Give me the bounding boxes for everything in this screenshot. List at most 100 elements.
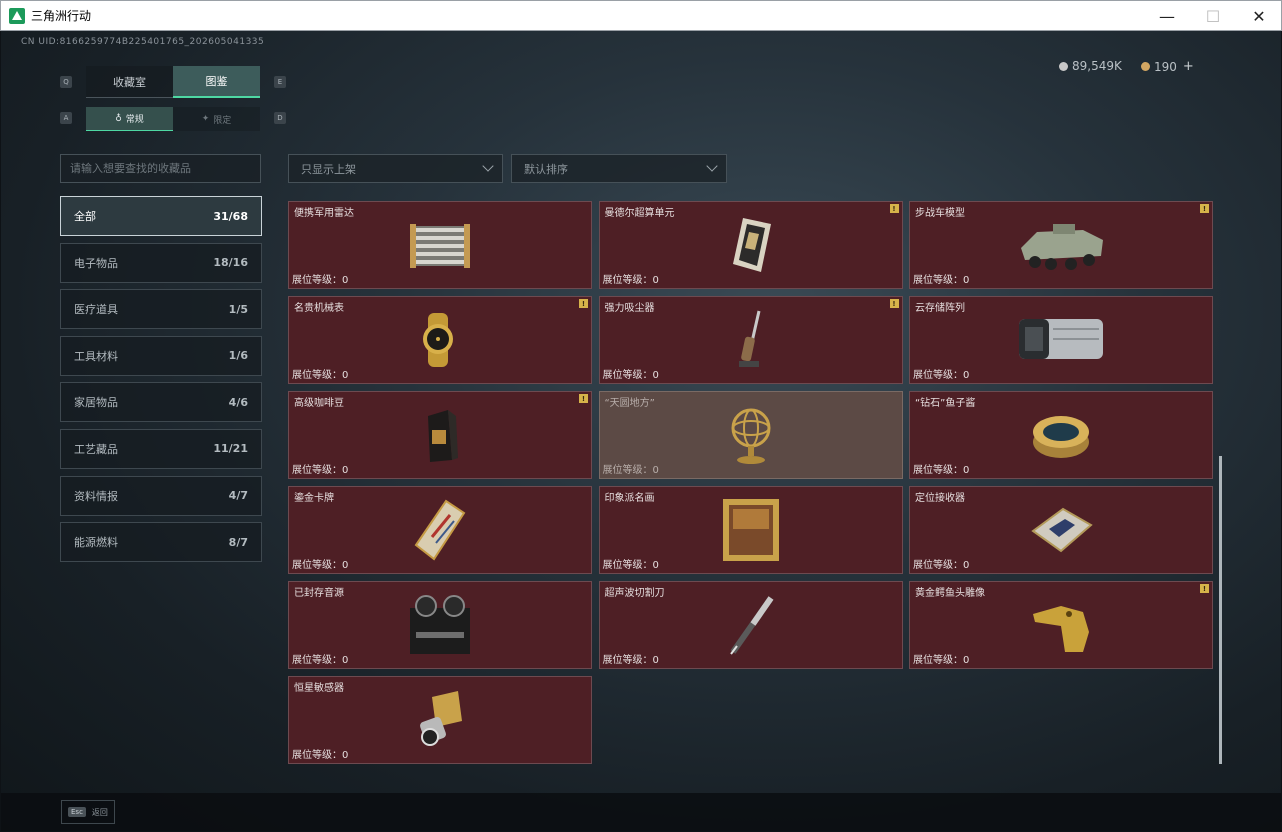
new-badge: !: [579, 394, 588, 403]
minimize-button[interactable]: —: [1144, 1, 1190, 31]
collectible-card[interactable]: 恒星敏感器 展位等级：0: [288, 676, 592, 764]
shelf-filter-dropdown[interactable]: 只显示上架: [288, 154, 503, 183]
chevron-down-icon: [706, 160, 718, 172]
main-tabs: 收藏室 图鉴: [86, 66, 260, 98]
collectible-card[interactable]: 黄金鳄鱼头雕像 ! 展位等级：0: [909, 581, 1213, 669]
tab-collection-room[interactable]: 收藏室: [86, 66, 173, 98]
display-level: 展位等级：0: [913, 560, 970, 571]
category-label: 资料情报: [74, 489, 118, 503]
item-name: 恒星敏感器: [294, 683, 344, 694]
item-name: 强力吸尘器: [604, 303, 655, 314]
category-energy[interactable]: 能源燃料 8/7: [60, 522, 262, 563]
subtab-limited[interactable]: ✦ 限定: [173, 107, 260, 131]
category-all[interactable]: 全部 31/68: [60, 196, 262, 236]
collectible-card[interactable]: 强力吸尘器 ! 展位等级：0: [598, 296, 903, 384]
subtab-regular[interactable]: ♁ 常规: [86, 107, 173, 131]
collectible-card[interactable]: 高级咖啡豆 ! 展位等级：0: [288, 391, 592, 479]
category-count: 4/7: [228, 489, 248, 503]
item-name: 高级咖啡豆: [294, 398, 344, 409]
category-tools[interactable]: 工具材料 1/6: [60, 335, 262, 376]
category-electronics[interactable]: 电子物品 18/16: [60, 242, 262, 283]
limited-icon: ✦: [201, 114, 210, 124]
category-count: 1/5: [228, 302, 248, 316]
category-label: 医疗道具: [74, 303, 118, 317]
currency-silver: 89,549K: [1059, 59, 1122, 73]
category-label: 工艺藏品: [74, 442, 118, 456]
key-hint-next-subtab: D: [274, 112, 286, 124]
category-label: 电子物品: [74, 256, 118, 270]
collectible-card[interactable]: 鎏金卡牌 展位等级：0: [288, 486, 592, 574]
maximize-button[interactable]: ☐: [1190, 1, 1236, 31]
currency-silver-value: 89,549K: [1072, 59, 1122, 73]
collectible-card[interactable]: 印象派名画 展位等级：0: [598, 486, 903, 574]
back-label: 返回: [91, 807, 108, 817]
collectible-card[interactable]: “钻石”鱼子酱 展位等级：0: [909, 391, 1213, 479]
sort-dropdown[interactable]: 默认排序: [511, 154, 727, 183]
category-crafts[interactable]: 工艺藏品 11/21: [60, 428, 262, 469]
new-badge: !: [1200, 584, 1209, 593]
player-uid: CN UID:8166259774B225401765_202605041335: [21, 37, 265, 47]
collectible-card[interactable]: 便携军用雷达 展位等级：0: [288, 201, 592, 289]
category-list: 全部 31/68 电子物品 18/16 医疗道具 1/5 工具材料 1/6 家居物品 4/…: [60, 196, 262, 569]
collectible-card[interactable]: 已封存音源 展位等级：0: [288, 581, 592, 669]
armillary-sphere-icon: [731, 408, 770, 464]
display-level: 展位等级：0: [602, 275, 659, 286]
back-button[interactable]: Esc 返回: [61, 800, 115, 824]
item-name: “天圆地方”: [604, 398, 655, 409]
item-name: 云存储阵列: [915, 303, 965, 314]
currency-gold-value: 190: [1154, 59, 1177, 74]
collectible-card[interactable]: 定位接收器 展位等级：0: [909, 486, 1213, 574]
category-label: 全部: [74, 210, 96, 223]
item-name: “钻石”鱼子酱: [915, 398, 976, 409]
storage-array-icon: [1019, 319, 1103, 359]
tab-catalog[interactable]: 图鉴: [173, 66, 260, 98]
collectible-card[interactable]: 云存储阵列 展位等级：0: [909, 296, 1213, 384]
collectible-card[interactable]: 超声波切割刀 展位等级：0: [598, 581, 903, 669]
category-label: 家居物品: [74, 396, 118, 410]
new-badge: !: [889, 204, 899, 213]
collectible-search-input[interactable]: [60, 154, 261, 183]
display-level: 展位等级：0: [292, 560, 349, 571]
receiver-icon: [1031, 507, 1093, 553]
item-name: 已封存音源: [294, 588, 344, 599]
collectible-card[interactable]: 曼德尔超算单元 ! 展位等级：0: [598, 201, 903, 289]
chevron-down-icon: [482, 160, 494, 172]
caviar-tin-icon: [1033, 416, 1089, 458]
category-label: 能源燃料: [74, 536, 118, 550]
item-name: 黄金鳄鱼头雕像: [915, 588, 985, 599]
star-sensor-icon: [420, 691, 462, 746]
display-level: 展位等级：0: [913, 275, 970, 286]
category-count: 31/68: [213, 209, 248, 223]
item-name: 便携军用雷达: [294, 208, 354, 219]
key-hint-prev-subtab: A: [60, 112, 72, 124]
collectible-card[interactable]: 步战车模型 ! 展位等级：0: [909, 201, 1213, 289]
collectible-card[interactable]: 名贵机械表 ! 展位等级：0: [288, 296, 592, 384]
new-badge: !: [1200, 204, 1209, 213]
grid-scrollbar[interactable]: [1219, 456, 1222, 764]
subtab-regular-label: 常规: [125, 115, 144, 125]
add-currency-button[interactable]: +: [1183, 59, 1194, 74]
display-level: 展位等级：0: [913, 370, 970, 381]
key-hint-next-tab: E: [274, 76, 286, 88]
collectible-grid: 便携军用雷达 展位等级：0 曼德尔超算单元 ! 展位等级：0 步战车模型 ! 展…: [288, 201, 1215, 764]
display-level: 展位等级：0: [913, 465, 970, 476]
gold-coin-icon: [1141, 62, 1150, 71]
footer-bar: Esc 返回: [1, 793, 1281, 831]
ultrasonic-cutter-icon: [729, 596, 773, 655]
apc-model-icon: [1021, 224, 1103, 270]
display-level: 展位等级：0: [292, 370, 349, 381]
category-intel[interactable]: 资料情报 4/7: [60, 475, 262, 516]
category-medical[interactable]: 医疗道具 1/5: [60, 289, 262, 330]
item-name: 鎏金卡牌: [294, 493, 334, 504]
collectible-card[interactable]: “天圆地方” 展位等级：0: [598, 391, 903, 479]
category-count: 18/16: [213, 256, 248, 270]
new-badge: !: [889, 299, 899, 308]
category-count: 1/6: [228, 349, 248, 363]
category-household[interactable]: 家居物品 4/6: [60, 382, 262, 423]
display-level: 展位等级：0: [913, 655, 970, 666]
display-level: 展位等级：0: [292, 655, 349, 666]
sort-value: 默认排序: [524, 162, 568, 176]
display-level: 展位等级：0: [292, 275, 349, 286]
game-viewport: CN UID:8166259774B225401765_202605041335…: [1, 31, 1281, 831]
close-button[interactable]: ✕: [1236, 1, 1282, 31]
